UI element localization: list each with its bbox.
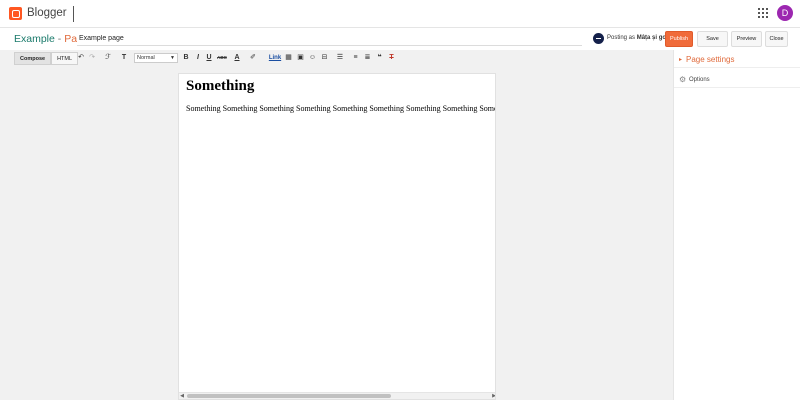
close-button[interactable]: Close [765,31,788,47]
tab-html[interactable]: HTML [51,52,79,65]
insert-emoji-icon[interactable]: ☺ [308,53,317,63]
insert-image-icon[interactable]: ▦ [284,53,293,63]
bullet-list-icon[interactable]: ≣ [363,53,372,63]
alignment-icon[interactable]: ☰ [334,53,346,63]
posting-as-text: Posting as Mâța și go [607,35,666,41]
jump-break-icon[interactable]: ⊟ [320,53,329,63]
insert-video-icon[interactable]: ▣ [296,53,305,63]
clear-formatting-icon[interactable]: T [387,53,396,63]
quote-icon[interactable]: ❝ [375,53,384,63]
app-brand[interactable]: Blogger [27,7,67,19]
options-item[interactable]: ⚙ Options [674,72,800,88]
page-title-input[interactable] [77,31,582,46]
underline-button[interactable]: U [206,53,212,63]
header-divider [73,6,74,22]
paragraph-format-select[interactable]: Normal ▼ [134,53,178,63]
post-heading[interactable]: Something [186,78,254,95]
page-settings-header[interactable]: ▸ Page settings [674,50,800,68]
editor-canvas[interactable]: Something Something Something Something … [178,73,496,400]
publish-button[interactable]: Publish [665,31,693,47]
breadcrumb-separator: - [57,33,62,45]
font-size-icon[interactable]: T [118,53,130,63]
italic-button[interactable]: I [195,53,201,63]
horizontal-scrollbar[interactable]: ◀ ▶ [179,392,495,399]
bold-button[interactable]: B [183,53,189,63]
save-button[interactable]: Save [697,31,728,47]
paragraph-format-value: Normal [137,55,155,61]
settings-sidebar: ▸ Page settings ⚙ Options [673,50,800,400]
tab-compose[interactable]: Compose [14,52,52,65]
posting-as-prefix: Posting as [607,35,636,41]
mode-tabs: Compose HTML [14,52,79,65]
posting-as-name: Mâța și go [636,35,667,41]
scroll-left-icon[interactable]: ◀ [179,393,185,399]
chevron-down-icon: ▼ [170,55,175,61]
highlight-color-icon[interactable]: ✐ [248,53,258,63]
undo-icon[interactable]: ↶ [77,53,85,63]
text-color-icon[interactable]: A [232,53,242,63]
font-family-icon[interactable]: ℱ [102,53,114,63]
strikethrough-button[interactable]: ABC [217,53,227,63]
blogger-logo-icon[interactable] [9,7,22,20]
apps-grid-icon[interactable] [758,8,768,18]
numbered-list-icon[interactable]: ≡ [351,53,360,63]
scrollbar-thumb[interactable] [187,394,391,398]
gear-icon: ⚙ [679,75,687,84]
page-settings-label: Page settings [686,55,735,64]
editor-toolbar: Compose HTML ↶ ↷ ℱ T Normal ▼ B I U ABC … [0,50,672,66]
redo-icon[interactable]: ↷ [88,53,96,63]
preview-button[interactable]: Preview [731,31,762,47]
app-header: Blogger D [0,0,800,28]
scroll-right-icon[interactable]: ▶ [491,393,495,399]
title-bar: Example - Page Posting as Mâța și go Pub… [0,28,800,50]
blog-name[interactable]: Example [14,33,55,45]
options-label: Options [689,77,710,83]
post-body-text[interactable]: Something Something Something Something … [186,104,495,113]
account-avatar[interactable]: D [777,5,793,21]
insert-link-button[interactable]: Link [268,53,282,63]
chevron-down-icon: ▸ [679,57,683,63]
posting-as-avatar-icon [593,33,604,44]
